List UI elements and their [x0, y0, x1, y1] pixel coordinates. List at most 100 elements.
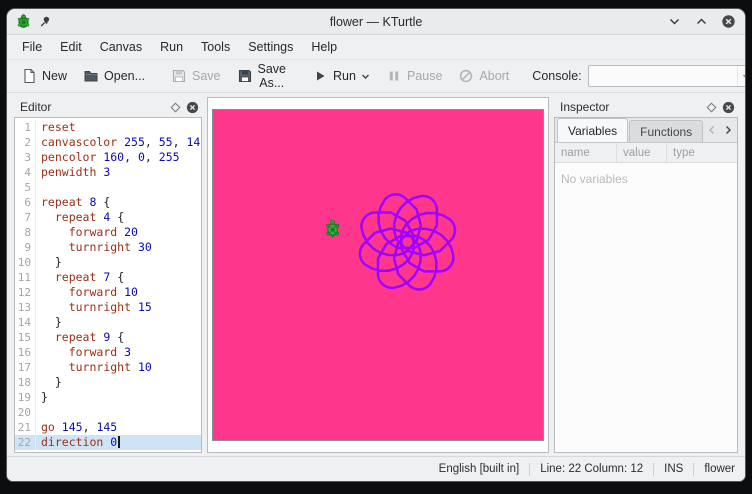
code-line-18[interactable]: 18 }: [15, 375, 201, 390]
close-button[interactable]: [720, 14, 736, 30]
editor-dock-header[interactable]: Editor: [14, 97, 202, 117]
window-title: flower — KTurtle: [7, 15, 745, 29]
code-line-14[interactable]: 14 }: [15, 315, 201, 330]
line-number: 11: [15, 270, 36, 285]
code-line-17[interactable]: 17 turnright 10: [15, 360, 201, 375]
console-dropdown-chevron-icon[interactable]: [737, 66, 746, 86]
inspector-panel: Inspector Variables Functions: [554, 97, 738, 453]
code-line-13[interactable]: 13 turnright 15: [15, 300, 201, 315]
tab-scroll-right-button[interactable]: [720, 122, 735, 138]
abort-button[interactable]: Abort: [451, 64, 516, 88]
new-button-label: New: [42, 69, 67, 83]
code-line-11[interactable]: 11 repeat 7 {: [15, 270, 201, 285]
turtle-canvas: [213, 110, 543, 440]
code-line-4[interactable]: 4penwidth 3: [15, 165, 201, 180]
open-folder-icon: [83, 68, 99, 84]
code-line-15[interactable]: 15 repeat 9 {: [15, 330, 201, 345]
column-header-name: name: [555, 143, 617, 162]
code-editor[interactable]: 1reset2canvascolor 255, 55, 1403pencolor…: [14, 117, 202, 453]
editor-panel: Editor 1reset2canvascolor 255, 55, 1403p…: [14, 97, 202, 453]
save-as-button[interactable]: Save As...: [230, 58, 294, 94]
statusbar: English [built in] Line: 22 Column: 12 I…: [7, 456, 745, 481]
code-line-5[interactable]: 5: [15, 180, 201, 195]
column-header-type: type: [667, 143, 737, 162]
open-button-label: Open...: [104, 69, 145, 83]
code-line-7[interactable]: 7 repeat 4 {: [15, 210, 201, 225]
variables-table-body: No variables: [555, 163, 737, 452]
pin-icon[interactable]: [38, 15, 51, 28]
column-header-value: value: [617, 143, 667, 162]
save-button-label: Save: [192, 69, 221, 83]
menu-edit[interactable]: Edit: [51, 37, 91, 57]
inspector-float-icon[interactable]: [707, 102, 717, 112]
pause-button[interactable]: Pause: [379, 64, 449, 88]
editor-close-button[interactable]: [186, 101, 199, 114]
line-number: 14: [15, 315, 36, 330]
kturtle-window: flower — KTurtle File Edit Canvas Run To…: [6, 8, 746, 482]
save-button[interactable]: Save: [164, 64, 228, 88]
run-button-label: Run: [333, 69, 356, 83]
inspector-dock-header[interactable]: Inspector: [554, 97, 738, 117]
inspector-tab-bar: Variables Functions: [555, 118, 737, 143]
tab-functions[interactable]: Functions: [629, 120, 703, 142]
save-as-icon: [237, 68, 253, 84]
code-line-8[interactable]: 8 forward 20: [15, 225, 201, 240]
code-line-20[interactable]: 20: [15, 405, 201, 420]
menu-canvas[interactable]: Canvas: [91, 37, 151, 57]
menu-run[interactable]: Run: [151, 37, 192, 57]
no-variables-text: No variables: [561, 172, 628, 186]
code-line-16[interactable]: 16 forward 3: [15, 345, 201, 360]
menu-help[interactable]: Help: [302, 37, 346, 57]
new-button[interactable]: New: [14, 64, 74, 88]
console-label: Console:: [532, 69, 581, 83]
code-line-6[interactable]: 6repeat 8 {: [15, 195, 201, 210]
titlebar[interactable]: flower — KTurtle: [7, 9, 745, 35]
line-number: 13: [15, 300, 36, 315]
maximize-button[interactable]: [693, 14, 709, 30]
run-options-chevron-icon[interactable]: [361, 72, 370, 81]
canvas-panel: [207, 97, 549, 453]
console-combobox[interactable]: [588, 65, 746, 87]
kturtle-app-icon: [16, 14, 31, 29]
line-number: 17: [15, 360, 36, 375]
run-play-icon: [312, 68, 328, 84]
tab-scroll-left-button[interactable]: [704, 122, 719, 138]
code-line-21[interactable]: 21go 145, 145: [15, 420, 201, 435]
menu-settings[interactable]: Settings: [239, 37, 302, 57]
inspector-close-button[interactable]: [722, 101, 735, 114]
line-number: 18: [15, 375, 36, 390]
code-line-9[interactable]: 9 turnright 30: [15, 240, 201, 255]
save-icon: [171, 68, 187, 84]
inspector-body: Variables Functions name value type: [554, 117, 738, 453]
code-line-10[interactable]: 10 }: [15, 255, 201, 270]
new-document-icon: [21, 68, 37, 84]
code-line-2[interactable]: 2canvascolor 255, 55, 140: [15, 135, 201, 150]
code-line-12[interactable]: 12 forward 10: [15, 285, 201, 300]
editor-float-icon[interactable]: [171, 102, 181, 112]
line-number: 5: [15, 180, 36, 195]
line-number: 10: [15, 255, 36, 270]
code-line-3[interactable]: 3pencolor 160, 0, 255: [15, 150, 201, 165]
console-area: Console:: [532, 65, 746, 87]
console-input[interactable]: [589, 66, 737, 86]
minimize-button[interactable]: [666, 14, 682, 30]
text-cursor: [118, 436, 120, 448]
pause-icon: [386, 68, 402, 84]
line-number: 6: [15, 195, 36, 210]
status-cursor-position: Line: 22 Column: 12: [540, 463, 643, 475]
menu-tools[interactable]: Tools: [192, 37, 239, 57]
code-line-22[interactable]: 22direction 0: [15, 435, 201, 450]
toolbar: New Open... Save: [7, 59, 745, 93]
statusbar-separator: [693, 463, 694, 476]
statusbar-separator: [529, 463, 530, 476]
open-button[interactable]: Open...: [76, 64, 152, 88]
line-number: 7: [15, 210, 36, 225]
status-script-name: flower: [704, 463, 735, 475]
tab-variables[interactable]: Variables: [557, 118, 628, 142]
code-line-19[interactable]: 19}: [15, 390, 201, 405]
line-number: 19: [15, 390, 36, 405]
editor-panel-title: Editor: [20, 100, 51, 114]
run-button[interactable]: Run: [305, 64, 377, 88]
code-line-1[interactable]: 1reset: [15, 120, 201, 135]
menu-file[interactable]: File: [13, 37, 51, 57]
